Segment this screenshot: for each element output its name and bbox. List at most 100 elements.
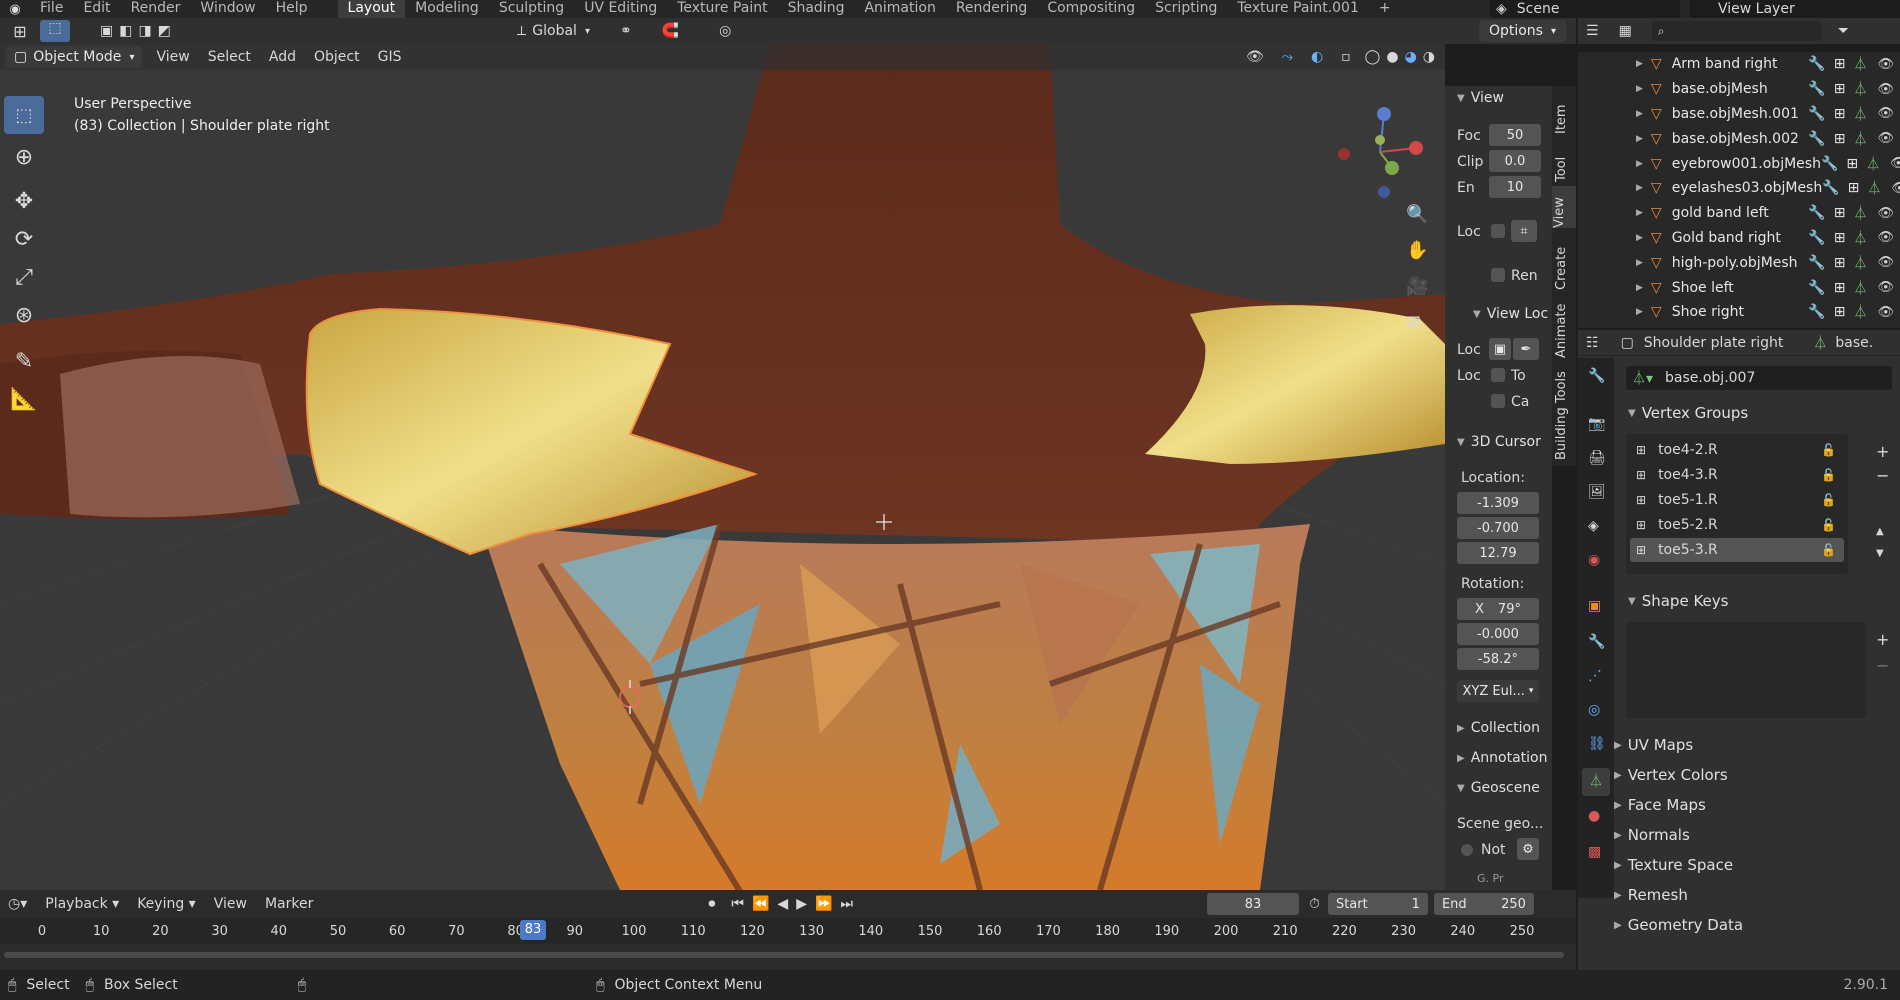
camera-view-icon[interactable]: 🎥 bbox=[1406, 276, 1428, 297]
lock-icon[interactable]: 🔓 bbox=[1821, 443, 1836, 457]
property-section-header[interactable]: ▶ UV Maps bbox=[1614, 730, 1894, 760]
outliner-row[interactable]: ▶ ▽ base.objMesh.002 🔧 ⊞ ⏃ 👁 bbox=[1578, 126, 1900, 151]
mesh-datablock-row[interactable]: ⏃▾ base.obj.007 bbox=[1626, 366, 1892, 390]
tab-animate[interactable]: Animate bbox=[1554, 300, 1569, 358]
property-section-header[interactable]: ▶ Vertex Colors bbox=[1614, 760, 1894, 790]
end-frame-field[interactable]: End 250 bbox=[1433, 893, 1534, 915]
mesh-data-icon[interactable]: ⏃ bbox=[1853, 278, 1867, 298]
expand-arrow-icon[interactable]: ▶ bbox=[1636, 258, 1643, 268]
add-workspace-button[interactable]: + bbox=[1369, 0, 1401, 18]
options-dropdown[interactable]: Options ▾ bbox=[1478, 20, 1566, 42]
outliner-row[interactable]: ▶ ▽ base.objMesh 🔧 ⊞ ⏃ 👁 bbox=[1578, 77, 1900, 102]
tab-uv-editing[interactable]: UV Editing bbox=[574, 0, 667, 18]
tab-sculpting[interactable]: Sculpting bbox=[489, 0, 574, 18]
mesh-data-tab-icon[interactable]: ⏃ bbox=[1582, 768, 1610, 796]
eye-icon[interactable]: 👁 bbox=[1891, 181, 1900, 196]
tab-scripting[interactable]: Scripting bbox=[1145, 0, 1227, 18]
geoscene-section-header[interactable]: ▼ Geoscene bbox=[1457, 780, 1540, 796]
vertex-group-icon[interactable]: ⊞ bbox=[1834, 280, 1846, 296]
tab-compositing[interactable]: Compositing bbox=[1037, 0, 1145, 18]
vertex-group-icon[interactable]: ⊞ bbox=[1834, 304, 1846, 320]
clip-start-field[interactable]: 0.0 bbox=[1489, 150, 1541, 172]
modifier-icon[interactable]: 🔧 bbox=[1808, 131, 1825, 147]
outliner-row[interactable]: ▶ ▽ Shoe right 🔧 ⊞ ⏃ 👁 bbox=[1578, 300, 1900, 325]
outliner-row[interactable]: ▶ ▽ high-poly.objMesh 🔧 ⊞ ⏃ 👁 bbox=[1578, 250, 1900, 275]
measure-tool-icon[interactable]: 📐 bbox=[4, 380, 44, 418]
property-section-header[interactable]: ▶ Face Maps bbox=[1614, 790, 1894, 820]
vertex-group-item[interactable]: ⊞ toe5-1.R 🔓 bbox=[1630, 488, 1844, 512]
mesh-data-icon[interactable]: ⏃ bbox=[1853, 129, 1867, 149]
menu-file[interactable]: File bbox=[30, 0, 73, 18]
cursor-rotation-z[interactable]: -58.2° bbox=[1457, 648, 1539, 670]
viewport-menu-object[interactable]: Object bbox=[314, 49, 360, 65]
record-icon[interactable]: ⏺ bbox=[708, 896, 715, 912]
rotate-tool-icon[interactable]: ⟳ bbox=[4, 220, 44, 258]
3d-cursor-section-header[interactable]: ▼ 3D Cursor bbox=[1457, 434, 1541, 450]
select-box-icon[interactable]: ⬚ bbox=[4, 96, 44, 134]
tab-texture-paint-001[interactable]: Texture Paint.001 bbox=[1227, 0, 1369, 18]
lock-object-field[interactable]: ▣ bbox=[1489, 338, 1511, 360]
perspective-toggle-icon[interactable]: ⊞ bbox=[1406, 312, 1421, 333]
mesh-data-icon[interactable]: ⏃ bbox=[1853, 302, 1867, 322]
modifier-icon[interactable]: 🔧 bbox=[1808, 230, 1825, 246]
navigation-gizmo[interactable] bbox=[1330, 102, 1430, 202]
eye-icon[interactable]: 👁 bbox=[1877, 255, 1894, 270]
timeline-editor-icon[interactable]: ◷▾ bbox=[8, 896, 27, 912]
modifier-icon[interactable]: 🔧 bbox=[1808, 81, 1825, 97]
move-tool-icon[interactable]: ✥ bbox=[4, 182, 44, 220]
material-tab-icon[interactable]: ● bbox=[1588, 808, 1600, 824]
tab-create[interactable]: Create bbox=[1554, 238, 1569, 290]
shape-keys-header[interactable]: ▼ Shape Keys bbox=[1614, 586, 1728, 616]
play-reverse-icon[interactable]: ◀ bbox=[777, 896, 788, 912]
move-up-icon[interactable]: ▲ bbox=[1876, 526, 1884, 537]
expand-arrow-icon[interactable]: ▶ bbox=[1636, 233, 1643, 243]
annotation-section-header[interactable]: ▶ Annotation bbox=[1457, 750, 1547, 766]
vertex-group-item[interactable]: ⊞ toe5-2.R 🔓 bbox=[1630, 513, 1844, 537]
shading-rendered-icon[interactable]: ◑ bbox=[1423, 49, 1435, 65]
tab-rendering[interactable]: Rendering bbox=[946, 0, 1038, 18]
lock-camera-checkbox[interactable] bbox=[1491, 394, 1505, 408]
eye-icon[interactable]: 👁 bbox=[1877, 57, 1894, 72]
property-section-header[interactable]: ▶ Texture Space bbox=[1614, 850, 1894, 880]
outliner-row[interactable]: ▶ ▽ eyebrow001.objMesh 🔧 ⊞ ⏃ 👁 bbox=[1578, 151, 1900, 176]
collection-section-header[interactable]: ▶ Collection bbox=[1457, 720, 1540, 736]
mesh-data-icon[interactable]: ⏃ bbox=[1853, 228, 1867, 248]
object-tab-icon[interactable]: ▣ bbox=[1588, 598, 1601, 614]
viewport-menu-view[interactable]: View bbox=[156, 49, 189, 65]
vertex-group-icon[interactable]: ⊞ bbox=[1834, 56, 1846, 72]
properties-editor-icon[interactable]: ☷ bbox=[1586, 335, 1599, 351]
view-layer-tab-icon[interactable]: 🖼 bbox=[1588, 484, 1606, 500]
vertex-group-icon[interactable]: ⊞ bbox=[1834, 106, 1846, 122]
outliner-row[interactable]: ▶ ▽ Shoe left 🔧 ⊞ ⏃ 👁 bbox=[1578, 275, 1900, 300]
cursor-location-z[interactable]: 12.79 bbox=[1457, 542, 1539, 564]
texture-tab-icon[interactable]: ▩ bbox=[1588, 844, 1601, 860]
outliner-row[interactable]: ▶ ▽ eyelashes03.objMesh 🔧 ⊞ ⏃ 👁 bbox=[1578, 176, 1900, 201]
modifier-icon[interactable]: 🔧 bbox=[1808, 106, 1825, 122]
world-tab-icon[interactable]: ◉ bbox=[1588, 552, 1600, 568]
add-shape-key-button[interactable]: + bbox=[1876, 630, 1889, 649]
eye-icon[interactable]: 👁 bbox=[1877, 82, 1894, 97]
camera-picker-button[interactable]: ⌗ bbox=[1511, 220, 1537, 242]
lock-icon[interactable]: 🔓 bbox=[1821, 468, 1836, 482]
scene-tab-icon[interactable]: ◈ bbox=[1588, 518, 1599, 534]
modifier-icon[interactable]: 🔧 bbox=[1808, 304, 1825, 320]
expand-arrow-icon[interactable]: ▶ bbox=[1636, 183, 1643, 193]
tool-tab-icon[interactable]: 🔧 bbox=[1588, 368, 1605, 384]
vertex-group-item[interactable]: ⊞ toe4-3.R 🔓 bbox=[1630, 463, 1844, 487]
outliner-row[interactable]: ▶ ▽ base.objMesh.001 🔧 ⊞ ⏃ 👁 bbox=[1578, 102, 1900, 127]
lock-to-object-checkbox[interactable] bbox=[1491, 368, 1505, 382]
remove-vertex-group-button[interactable]: − bbox=[1876, 466, 1889, 485]
timeline-menu-marker[interactable]: Marker bbox=[265, 896, 313, 912]
view-section-header[interactable]: ▼ View bbox=[1457, 90, 1504, 106]
vertex-groups-header[interactable]: ▼ Vertex Groups bbox=[1614, 398, 1748, 428]
tab-view[interactable]: View bbox=[1552, 186, 1576, 228]
constraints-tab-icon[interactable]: ⛓ bbox=[1588, 736, 1606, 752]
expand-arrow-icon[interactable]: ▶ bbox=[1636, 59, 1643, 69]
tab-animation[interactable]: Animation bbox=[854, 0, 945, 18]
expand-arrow-icon[interactable]: ▶ bbox=[1636, 307, 1643, 317]
expand-arrow-icon[interactable]: ▶ bbox=[1636, 159, 1643, 169]
render-region-checkbox[interactable] bbox=[1491, 268, 1505, 282]
property-section-header[interactable]: ▶ Geometry Data bbox=[1614, 910, 1894, 940]
tab-item[interactable]: Item bbox=[1554, 94, 1569, 134]
proportional-edit-icon[interactable]: ◎ bbox=[719, 23, 731, 39]
